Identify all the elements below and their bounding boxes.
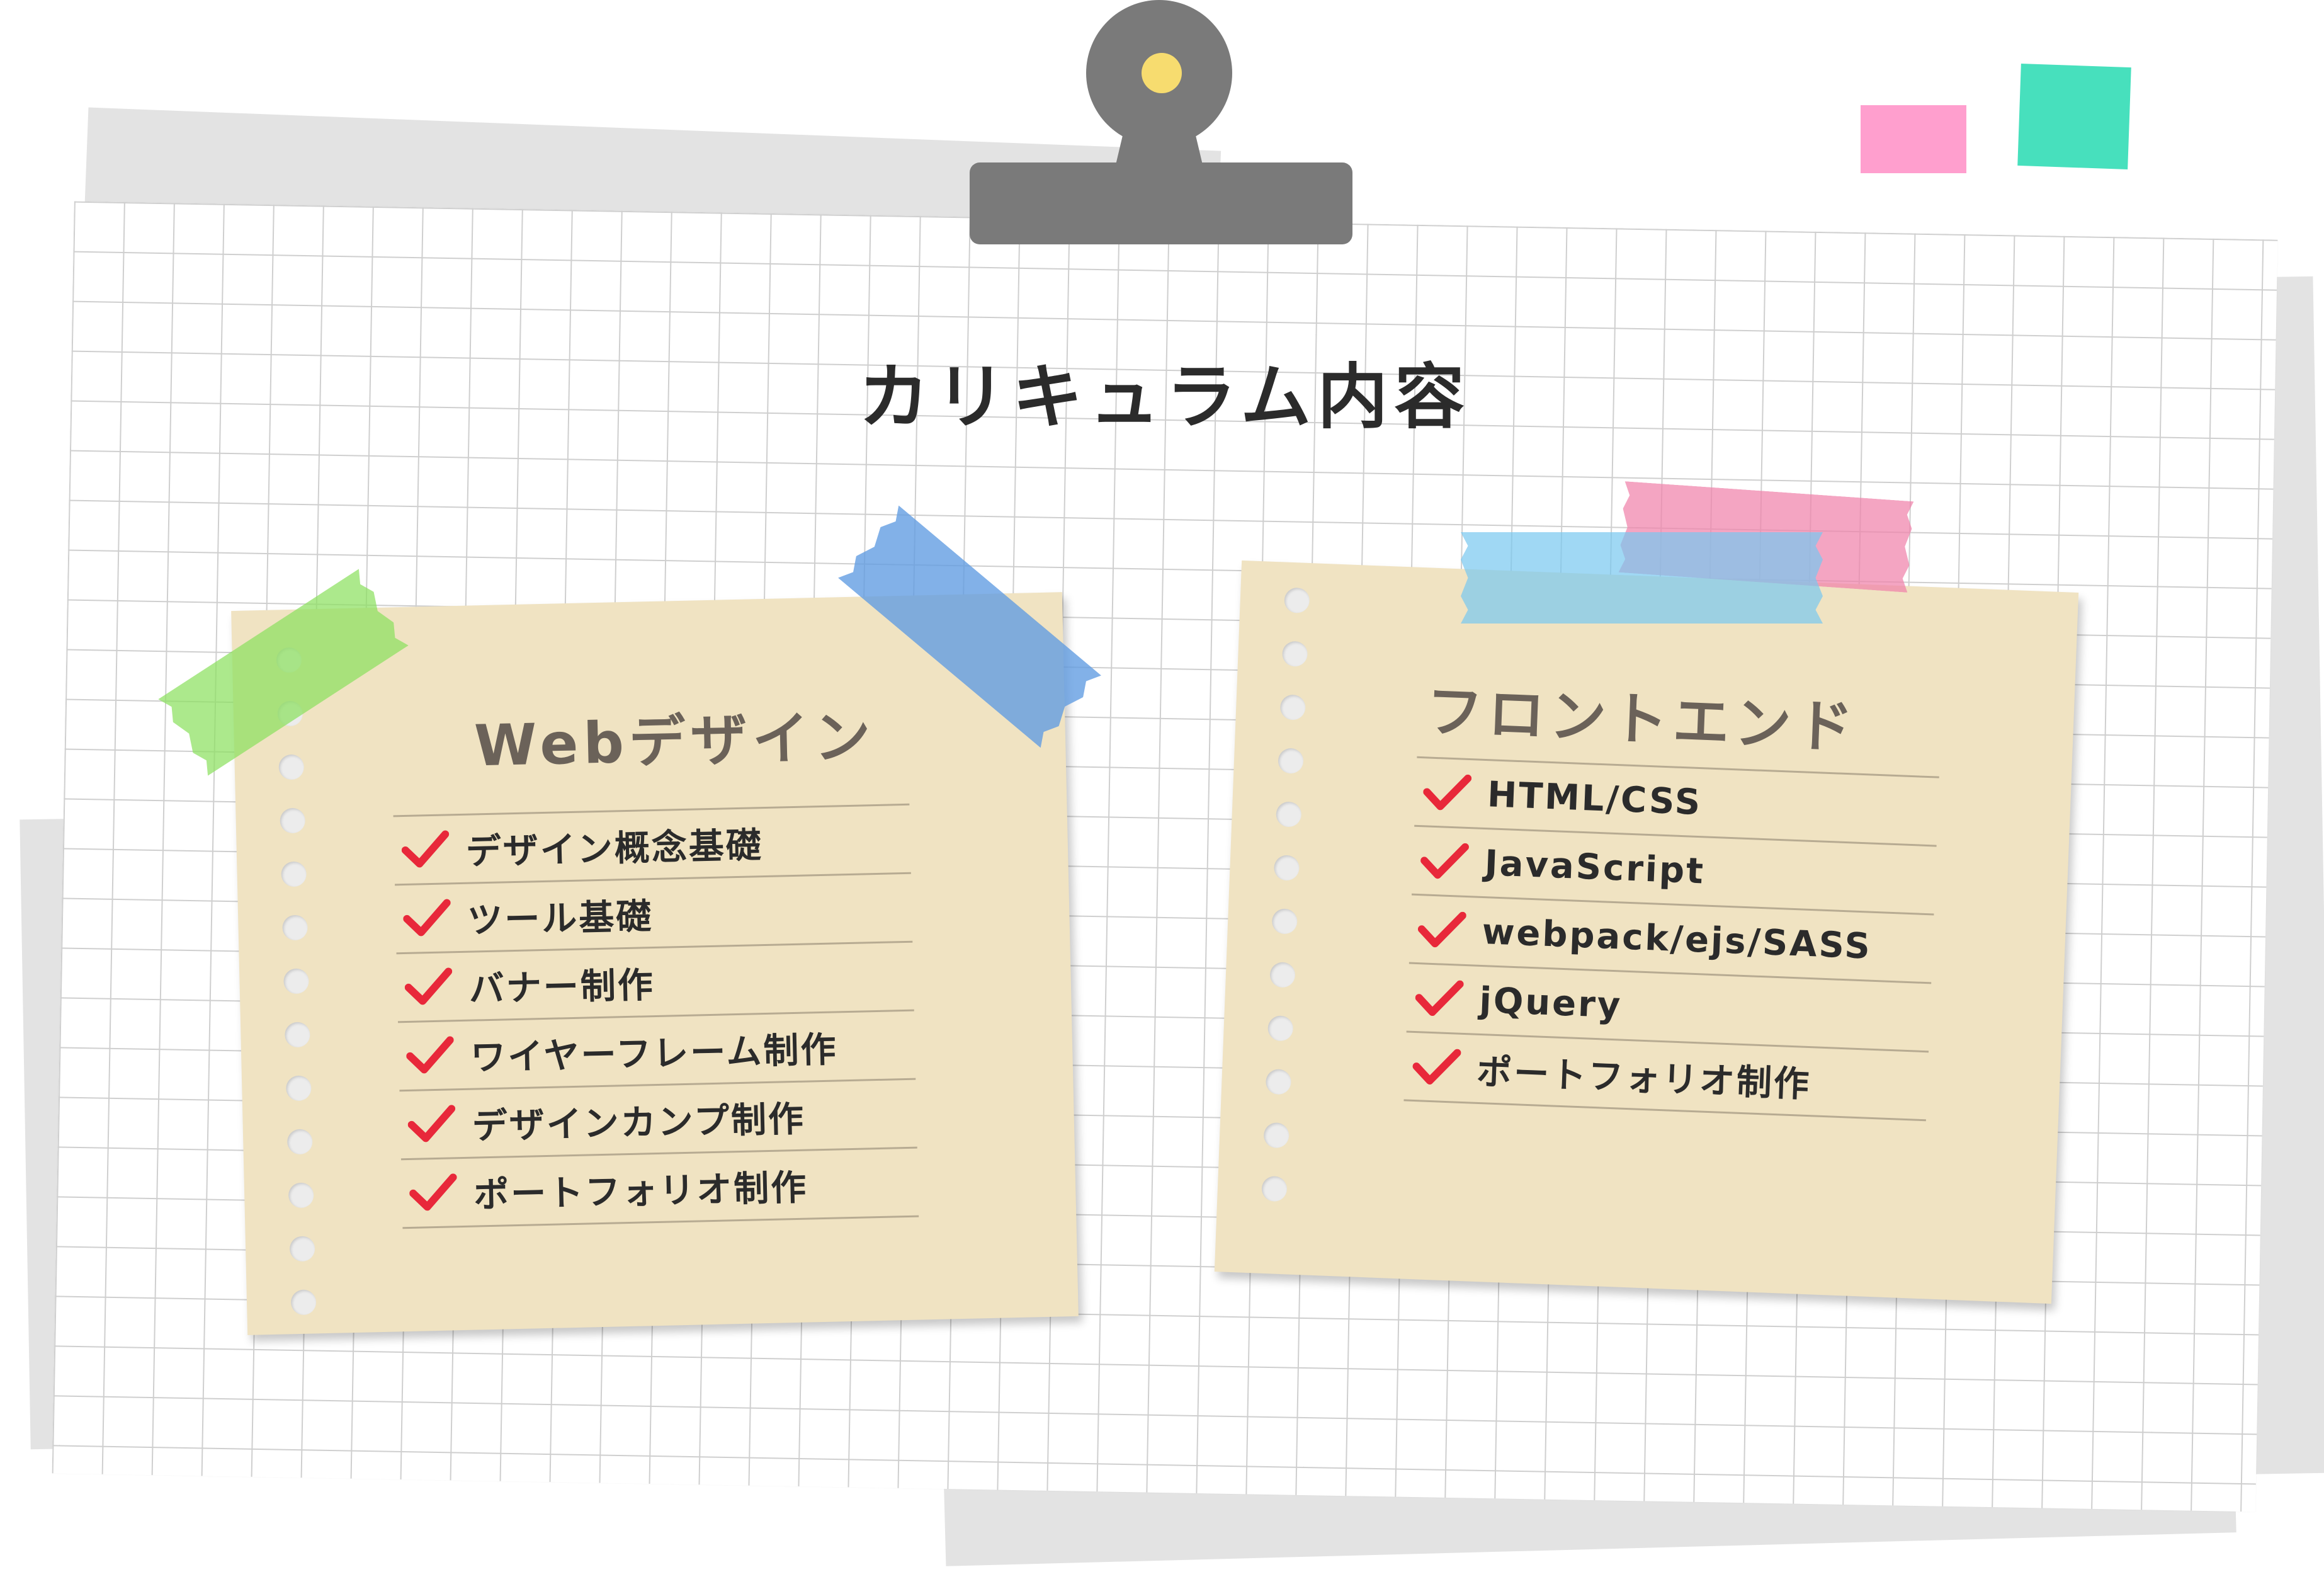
check-icon <box>1423 774 1472 811</box>
check-icon <box>407 1105 456 1142</box>
punch-hole <box>289 1236 315 1262</box>
punch-hole <box>1276 801 1302 828</box>
list-item-label: ポートフォリオ制作 <box>1476 1051 1812 1105</box>
list-item-label: ツール基礎 <box>467 896 654 942</box>
list-item-label: ワイヤーフレーム制作 <box>470 1028 839 1079</box>
list-item-label: バナー制作 <box>468 964 655 1010</box>
list-item: ポートフォリオ制作 <box>400 1146 919 1229</box>
punch-hole <box>284 1022 310 1048</box>
punch-hole <box>280 807 306 834</box>
list-item-label: JavaScript <box>1483 842 1706 892</box>
curriculum-board: カリキュラム内容 Webデザイン デザイン概念基礎 ツール基礎 バナー制作 ワイ… <box>0 0 2324 1589</box>
check-icon <box>404 967 453 1005</box>
page-title: カリキュラム内容 <box>858 356 1471 438</box>
list-item: デザインカンプ制作 <box>399 1078 917 1159</box>
light-blue-tape <box>1461 532 1823 624</box>
curriculum-list: HTML/CSS JavaScript webpack/ejs/SASS jQu… <box>1401 756 1939 1188</box>
check-icon <box>1415 980 1464 1017</box>
punch-hole <box>1261 1175 1288 1202</box>
punch-hole <box>290 1289 317 1316</box>
punch-hole <box>1265 1068 1292 1095</box>
list-item-label: デザインカンプ制作 <box>472 1098 806 1148</box>
check-icon <box>401 830 450 868</box>
card-title: Webデザイン <box>473 703 876 780</box>
punch-hole <box>1273 855 1300 881</box>
punch-hole <box>1269 962 1296 988</box>
punch-hole <box>1271 908 1298 935</box>
punch-hole <box>1267 1015 1294 1042</box>
green-sticky-square <box>2017 63 2131 170</box>
punch-hole <box>285 1075 312 1102</box>
list-item-label: ポートフォリオ制作 <box>473 1167 808 1216</box>
list-item: ワイヤーフレーム制作 <box>397 1009 916 1090</box>
punch-hole <box>1278 748 1304 774</box>
check-icon <box>1412 1049 1461 1085</box>
check-icon <box>1417 911 1466 948</box>
pink-sticky-square <box>1861 105 1966 173</box>
punch-hole <box>281 861 307 887</box>
list-item-label: HTML/CSS <box>1486 773 1703 823</box>
binder-clip-dot <box>1142 53 1182 93</box>
list-item-label: jQuery <box>1478 979 1623 1027</box>
punch-hole <box>283 968 309 994</box>
check-icon <box>1420 843 1469 879</box>
punch-hole <box>1263 1122 1290 1149</box>
note-card-web-design: Webデザイン デザイン概念基礎 ツール基礎 バナー制作 ワイヤーフレーム制作 … <box>231 592 1079 1335</box>
punch-hole <box>288 1182 314 1209</box>
list-item-label: デザイン概念基礎 <box>465 824 764 873</box>
curriculum-list: デザイン概念基礎 ツール基礎 バナー制作 ワイヤーフレーム制作 デザインカンプ制… <box>393 803 919 1229</box>
check-icon <box>409 1173 457 1211</box>
list-item: デザイン概念基礎 <box>393 803 911 884</box>
check-icon <box>406 1036 454 1074</box>
note-card-frontend: フロントエンド HTML/CSS JavaScript webpack/ejs/… <box>1214 560 2079 1304</box>
list-item-label: webpack/ejs/SASS <box>1481 911 1873 967</box>
punch-hole <box>1284 587 1310 614</box>
punch-hole <box>282 914 309 941</box>
check-icon <box>403 899 451 937</box>
card-title: フロントエンド <box>1425 678 1859 761</box>
list-item: ツール基礎 <box>395 872 913 953</box>
punch-hole <box>286 1129 313 1155</box>
binder-clip-base <box>970 162 1352 244</box>
list-item: バナー制作 <box>396 940 914 1022</box>
